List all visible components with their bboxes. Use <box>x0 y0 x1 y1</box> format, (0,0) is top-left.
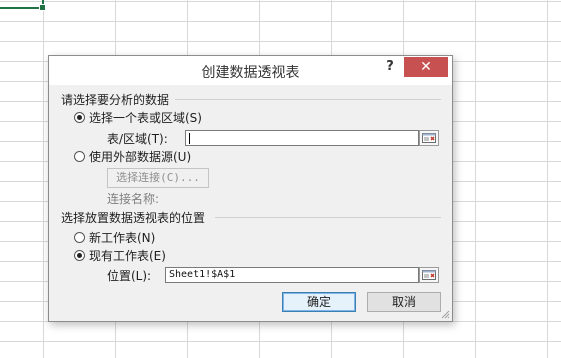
active-cell-a1[interactable] <box>0 0 46 11</box>
radio-table-range[interactable] <box>74 112 85 123</box>
close-icon[interactable]: ✕ <box>404 57 448 77</box>
section-divider <box>175 99 441 100</box>
connection-name-label: 连接名称: <box>107 192 160 206</box>
collapse-dialog-icon[interactable] <box>419 130 439 146</box>
choose-connection-button[interactable]: 选择连接(C)... <box>107 168 209 188</box>
table-range-label: 表/区域(T): <box>107 132 168 146</box>
help-icon[interactable]: ? <box>381 59 399 77</box>
option-existing-sheet-label[interactable]: 现有工作表(E) <box>89 247 166 264</box>
radio-external-source[interactable] <box>74 151 85 162</box>
table-range-input[interactable] <box>185 130 419 146</box>
location-value: Sheet1!$A$1 <box>169 269 236 280</box>
radio-existing-sheet[interactable] <box>74 250 85 261</box>
option-new-sheet-label[interactable]: 新工作表(N) <box>89 229 155 246</box>
option-table-range-label[interactable]: 选择一个表或区域(S) <box>89 109 202 126</box>
collapse-dialog-icon[interactable] <box>419 267 439 283</box>
resize-grip-icon[interactable] <box>440 309 450 319</box>
dialog-titlebar[interactable]: 创建数据透视表 ? ✕ <box>49 56 452 85</box>
create-pivot-table-dialog: 创建数据透视表 ? ✕ 请选择要分析的数据 选择一个表或区域(S) 表/区域(T… <box>48 55 453 322</box>
location-label: 位置(L): <box>107 269 152 283</box>
radio-new-sheet[interactable] <box>74 232 85 243</box>
fill-handle[interactable] <box>39 4 46 11</box>
ok-button[interactable]: 确定 <box>282 292 356 312</box>
location-input[interactable]: Sheet1!$A$1 <box>165 267 419 283</box>
section-placement-label: 选择放置数据透视表的位置 <box>61 211 206 225</box>
option-external-label[interactable]: 使用外部数据源(U) <box>89 148 191 165</box>
section-divider <box>215 217 441 218</box>
section-select-data-label: 请选择要分析的数据 <box>61 93 170 107</box>
text-caret <box>189 133 190 144</box>
cancel-button[interactable]: 取消 <box>367 292 441 312</box>
